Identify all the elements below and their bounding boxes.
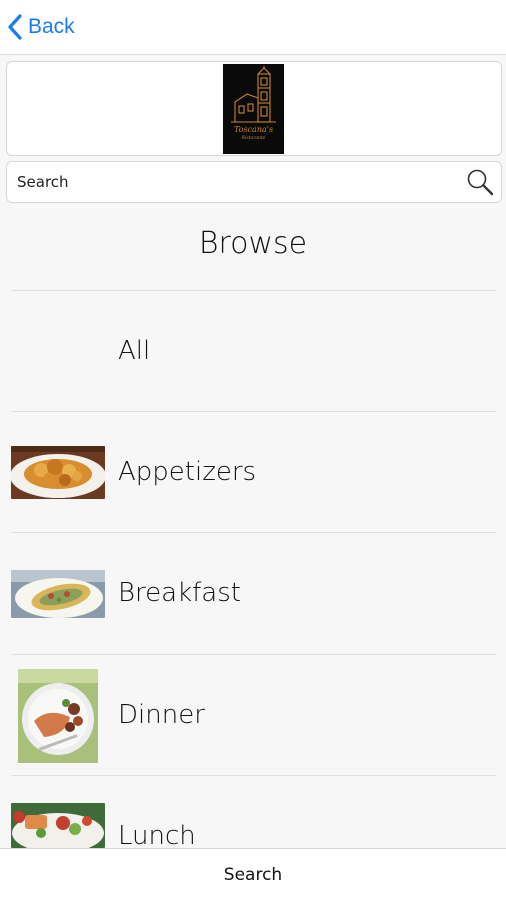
search-button[interactable]: Search (0, 849, 506, 901)
back-label: Back (28, 15, 75, 38)
navigation-bar: Back (0, 0, 506, 55)
tower-icon (231, 66, 276, 123)
search-input[interactable] (17, 162, 457, 202)
category-label: Lunch (118, 821, 196, 851)
chevron-left-icon (8, 14, 22, 40)
restaurant-logo-card: Toscana's Ristorante (6, 61, 502, 156)
appetizers-photo (11, 446, 105, 499)
restaurant-logo: Toscana's Ristorante (223, 64, 284, 154)
back-button[interactable]: Back (6, 12, 75, 42)
breakfast-photo (11, 570, 105, 618)
category-item-all[interactable]: All (0, 291, 506, 411)
logo-name: Toscana's (233, 125, 274, 134)
bottom-toolbar: Search (0, 848, 506, 901)
category-item-appetizers[interactable]: Appetizers (0, 412, 506, 532)
category-item-dinner[interactable]: Dinner (0, 655, 506, 775)
dinner-photo (18, 669, 98, 763)
logo-subtitle: Ristorante (241, 136, 266, 141)
page-title: Browse (198, 226, 308, 261)
category-label: Dinner (118, 700, 205, 730)
category-label: Breakfast (118, 578, 241, 608)
lunch-photo (11, 803, 105, 848)
search-icon[interactable] (465, 167, 495, 197)
category-label: All (118, 336, 151, 366)
search-bar (6, 161, 502, 203)
category-item-breakfast[interactable]: Breakfast (0, 533, 506, 653)
category-label: Appetizers (118, 457, 257, 487)
